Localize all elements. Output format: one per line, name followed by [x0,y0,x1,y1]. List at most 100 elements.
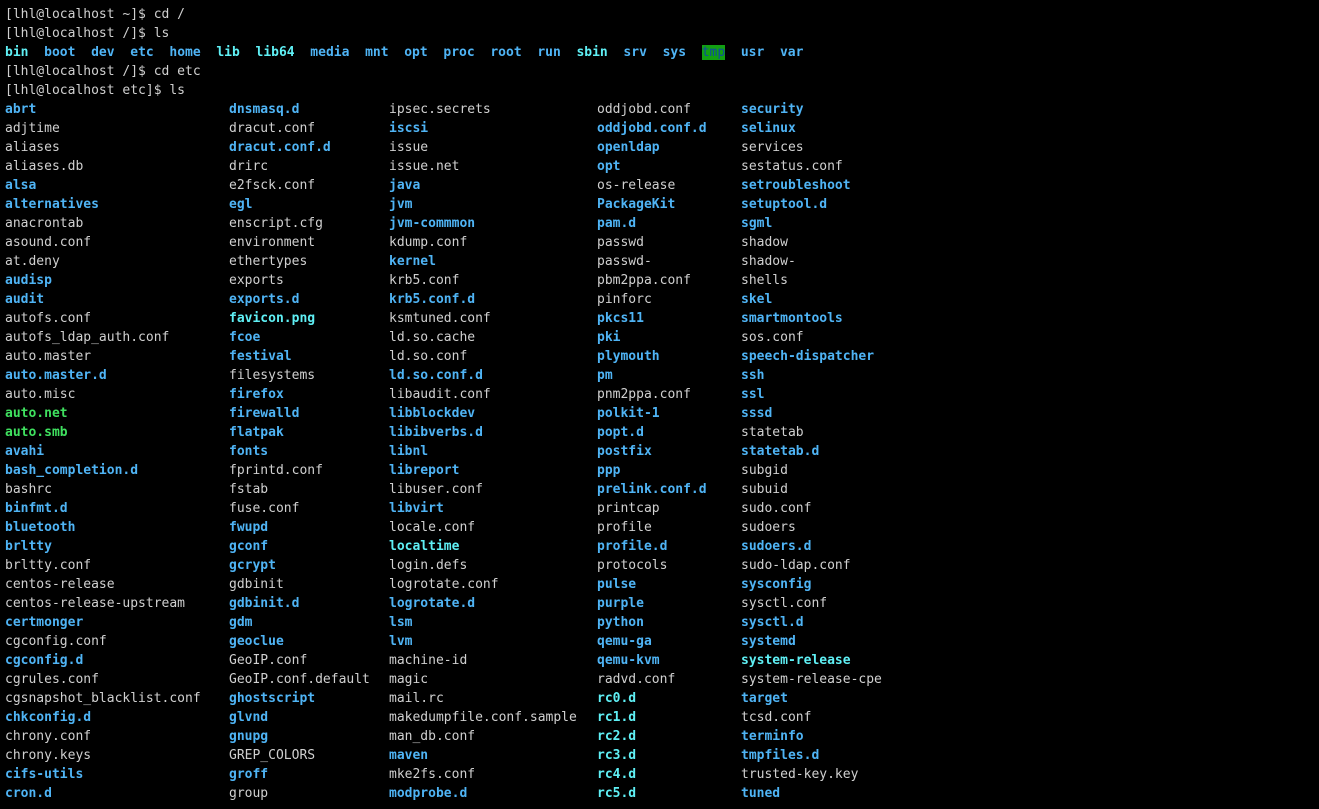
etc-entry: sysctl.conf [741,596,828,611]
etc-entry: bashrc [5,482,52,497]
etc-entry: autofs.conf [5,311,92,326]
etc-entry: sssd [741,406,773,421]
root-entry-etc: etc [130,45,154,60]
etc-entry: ld.so.conf.d [389,368,483,383]
etc-entry: libreport [389,463,460,478]
etc-entry: libvirt [389,501,444,516]
etc-entry: ssh [741,368,765,383]
etc-entry: certmonger [5,615,84,630]
etc-entry: GeoIP.conf.default [229,672,370,687]
etc-entry: at.deny [5,254,60,269]
etc-entry: statetab [741,425,804,440]
root-entry-sbin: sbin [576,45,608,60]
etc-entry: centos-release-upstream [5,596,186,611]
etc-entry: rc1.d [597,710,637,725]
etc-entry: modprobe.d [389,786,468,801]
etc-entry: environment [229,235,316,250]
etc-entry: pinforc [597,292,652,307]
etc-entry: GeoIP.conf [229,653,308,668]
etc-entry: firefox [229,387,284,402]
etc-entry: auto.misc [5,387,76,402]
etc-entry: group [229,786,269,801]
etc-entry: rc5.d [597,786,637,801]
etc-entry: logrotate.d [389,596,476,611]
etc-entry: subgid [741,463,788,478]
etc-entry: sestatus.conf [741,159,843,174]
etc-entry: drirc [229,159,269,174]
root-entry-dev: dev [91,45,115,60]
etc-entry: asound.conf [5,235,92,250]
etc-entry: bash_completion.d [5,463,139,478]
etc-entry: fcoe [229,330,261,345]
root-entry-boot: boot [44,45,76,60]
etc-entry: favicon.png [229,311,316,326]
etc-entry: cifs-utils [5,767,84,782]
etc-entry: auto.master [5,349,92,364]
etc-entry: bluetooth [5,520,76,535]
etc-entry: pkcs11 [597,311,644,326]
etc-entry: shells [741,273,788,288]
etc-entry: ghostscript [229,691,316,706]
root-entry-media: media [310,45,350,60]
etc-entry: gconf [229,539,269,554]
etc-entry: tuned [741,786,781,801]
etc-entry: setuptool.d [741,197,828,212]
root-entry-run: run [537,45,561,60]
etc-entry: cgconfig.d [5,653,84,668]
root-entry-tmp: tmp [701,45,726,60]
terminal-window[interactable]: [lhl@localhost ~]$ cd / [lhl@localhost /… [0,0,1319,809]
etc-entry: ppp [597,463,621,478]
etc-entry: libnl [389,444,429,459]
root-entry-proc: proc [443,45,475,60]
etc-entry: makedumpfile.conf.sample [389,710,577,725]
root-entry-var: var [779,45,804,60]
etc-entry: glvnd [229,710,269,725]
etc-entry: fprintd.conf [229,463,323,478]
etc-entry: sudoers.d [741,539,812,554]
etc-entry: statetab.d [741,444,820,459]
etc-entry: speech-dispatcher [741,349,875,364]
etc-entry: audisp [5,273,52,288]
etc-entry: firewalld [229,406,300,421]
etc-entry: brltty.conf [5,558,92,573]
etc-entry: auto.master.d [5,368,107,383]
root-entry-bin: bin [5,45,29,60]
etc-entry: flatpak [229,425,284,440]
etc-entry: jvm-commmon [389,216,476,231]
etc-entry: egl [229,197,253,212]
etc-entry: sudo-ldap.conf [741,558,851,573]
etc-entry: cgrules.conf [5,672,99,687]
etc-entry: cgconfig.conf [5,634,107,649]
etc-entry: e2fsck.conf [229,178,316,193]
root-entry-root: root [490,45,522,60]
etc-entry: ld.so.cache [389,330,476,345]
etc-entry: gdm [229,615,253,630]
etc-entry: prelink.conf.d [597,482,707,497]
etc-entry: cgsnapshot_blacklist.conf [5,691,201,706]
etc-entry: trusted-key.key [741,767,859,782]
etc-entry: login.defs [389,558,468,573]
etc-entry: protocols [597,558,668,573]
etc-entry: gdbinit [229,577,284,592]
etc-entry: printcap [597,501,660,516]
etc-entry: sudo.conf [741,501,812,516]
etc-entry: gnupg [229,729,269,744]
etc-entry: pbm2ppa.conf [597,273,691,288]
etc-entry: lsm [389,615,413,630]
root-entry-lib: lib [216,45,240,60]
etc-entry: man_db.conf [389,729,476,744]
etc-entry: brltty [5,539,52,554]
etc-entry: binfmt.d [5,501,68,516]
etc-entry: system-release [741,653,851,668]
etc-entry: opt [597,159,621,174]
etc-entry: enscript.cfg [229,216,323,231]
etc-entry: fonts [229,444,269,459]
etc-entry: selinux [741,121,796,136]
etc-entry: chrony.keys [5,748,92,763]
etc-entry: ipsec.secrets [389,102,491,117]
etc-entry: lvm [389,634,413,649]
root-entry-usr: usr [740,45,765,60]
etc-entry: GREP_COLORS [229,748,316,763]
etc-entry: tmpfiles.d [741,748,820,763]
command-line-cd-etc: [lhl@localhost /]$ cd etc [5,64,201,79]
